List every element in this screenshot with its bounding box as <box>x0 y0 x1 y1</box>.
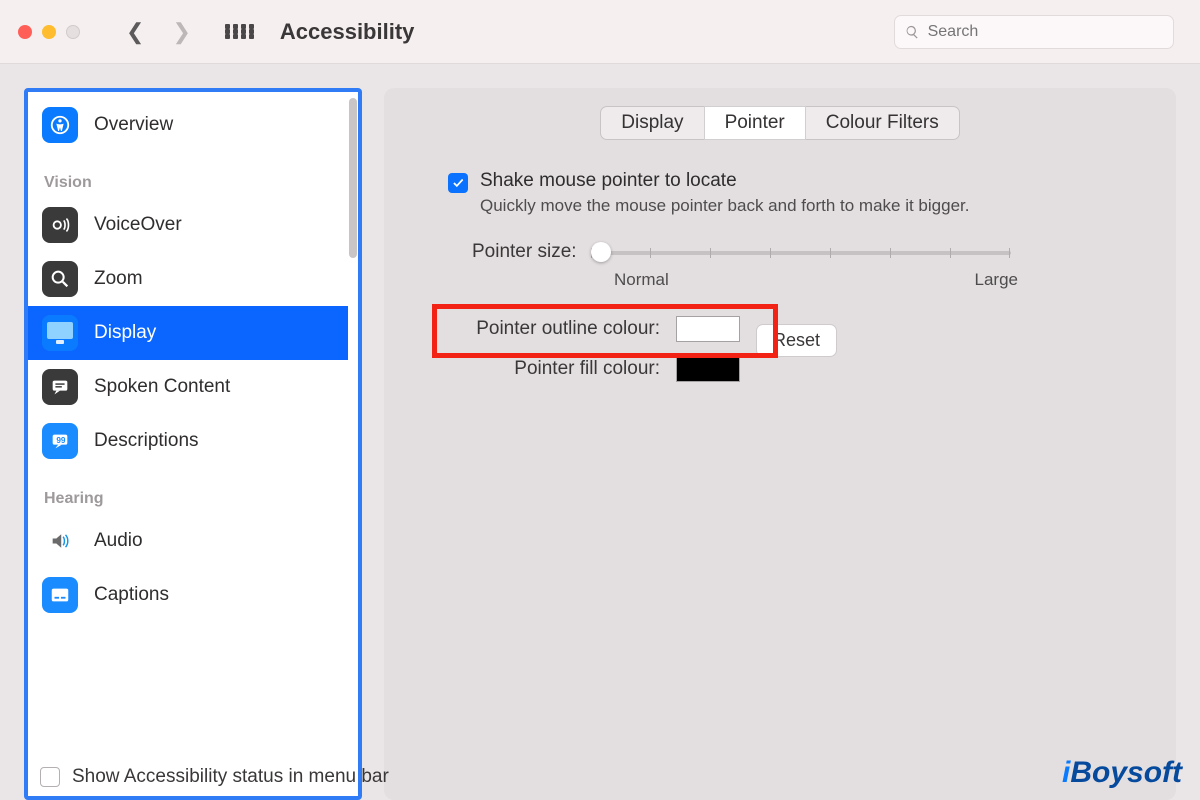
pointer-size-max-label: Large <box>975 270 1018 290</box>
tab-colour-filters[interactable]: Colour Filters <box>806 106 960 140</box>
pointer-fill-label: Pointer fill colour: <box>414 358 660 380</box>
watermark: iBoysoft <box>1062 756 1182 790</box>
sidebar-item-spoken-content[interactable]: Spoken Content <box>28 360 348 414</box>
pointer-size-label: Pointer size: <box>472 241 577 263</box>
sidebar-item-zoom[interactable]: Zoom <box>28 252 348 306</box>
show-status-checkbox[interactable] <box>40 767 60 787</box>
sidebar-item-label: Audio <box>94 530 143 552</box>
scroll-thumb[interactable] <box>349 98 357 258</box>
tab-bar: Display Pointer Colour Filters <box>414 106 1146 140</box>
shake-pointer-label: Shake mouse pointer to locate <box>480 170 969 192</box>
tab-pointer[interactable]: Pointer <box>704 106 806 140</box>
search-input[interactable] <box>928 23 1163 41</box>
forward-button[interactable]: ❯ <box>172 19 190 45</box>
sidebar-item-label: Spoken Content <box>94 376 230 398</box>
content-pane: Display Pointer Colour Filters Shake mou… <box>384 88 1176 800</box>
pointer-size-min-label: Normal <box>614 270 669 290</box>
slider-thumb[interactable] <box>591 242 611 262</box>
sidebar-section-hearing: Hearing <box>28 468 348 514</box>
pointer-outline-label: Pointer outline colour: <box>414 318 660 340</box>
fullscreen-window-button[interactable] <box>66 25 80 39</box>
sidebar-item-label: Display <box>94 322 156 344</box>
show-status-label: Show Accessibility status in menu bar <box>72 766 389 788</box>
svg-text:99: 99 <box>56 436 66 445</box>
sidebar-item-overview[interactable]: Overview <box>28 98 348 152</box>
pointer-fill-row: Pointer fill colour: <box>414 356 740 382</box>
sidebar-item-captions[interactable]: Captions <box>28 568 348 622</box>
sidebar-scrollbar[interactable] <box>348 92 358 796</box>
audio-icon <box>42 523 78 559</box>
display-icon <box>42 315 78 351</box>
check-icon <box>451 176 465 190</box>
sidebar-item-voiceover[interactable]: VoiceOver <box>28 198 348 252</box>
zoom-icon <box>42 261 78 297</box>
sidebar-section-vision: Vision <box>28 152 348 198</box>
nav-arrows: ❮ ❯ <box>126 19 191 45</box>
shake-pointer-description: Quickly move the mouse pointer back and … <box>480 196 969 216</box>
descriptions-icon: 99 <box>42 423 78 459</box>
pointer-size-scale-labels: Normal Large <box>614 270 1034 290</box>
sidebar-item-display[interactable]: Display <box>28 306 348 360</box>
main-area: Overview Vision VoiceOver Zoom Displa <box>0 64 1200 800</box>
pointer-size-slider[interactable] <box>591 240 1011 264</box>
sidebar-item-descriptions[interactable]: 99 Descriptions <box>28 414 348 468</box>
pointer-outline-row: Pointer outline colour: <box>414 316 740 342</box>
sidebar-item-audio[interactable]: Audio <box>28 514 348 568</box>
sidebar-highlight-box: Overview Vision VoiceOver Zoom Displa <box>24 88 362 800</box>
sidebar-item-label: Overview <box>94 114 173 136</box>
search-icon <box>905 24 920 40</box>
traffic-lights <box>18 25 80 39</box>
sidebar-item-label: Captions <box>94 584 169 606</box>
pointer-fill-colorwell[interactable] <box>676 356 740 382</box>
sidebar-item-label: Zoom <box>94 268 143 290</box>
footer-row: Show Accessibility status in menu bar <box>40 766 389 788</box>
search-box[interactable] <box>894 15 1174 49</box>
window-title: Accessibility <box>280 19 415 45</box>
overview-icon <box>42 107 78 143</box>
voiceover-icon <box>42 207 78 243</box>
reset-button[interactable]: Reset <box>756 324 837 357</box>
sidebar-item-label: Descriptions <box>94 430 199 452</box>
shake-pointer-row: Shake mouse pointer to locate Quickly mo… <box>448 170 1146 216</box>
close-window-button[interactable] <box>18 25 32 39</box>
pointer-outline-colorwell[interactable] <box>676 316 740 342</box>
tab-display[interactable]: Display <box>600 106 703 140</box>
back-button[interactable]: ❮ <box>126 19 144 45</box>
minimize-window-button[interactable] <box>42 25 56 39</box>
show-all-prefs-icon[interactable] <box>225 24 254 39</box>
shake-pointer-checkbox[interactable] <box>448 173 468 193</box>
pointer-size-row: Pointer size: <box>472 240 1146 264</box>
captions-icon <box>42 577 78 613</box>
spoken-content-icon <box>42 369 78 405</box>
sidebar: Overview Vision VoiceOver Zoom Displa <box>28 92 348 796</box>
window-titlebar: ❮ ❯ Accessibility <box>0 0 1200 64</box>
sidebar-item-label: VoiceOver <box>94 214 182 236</box>
